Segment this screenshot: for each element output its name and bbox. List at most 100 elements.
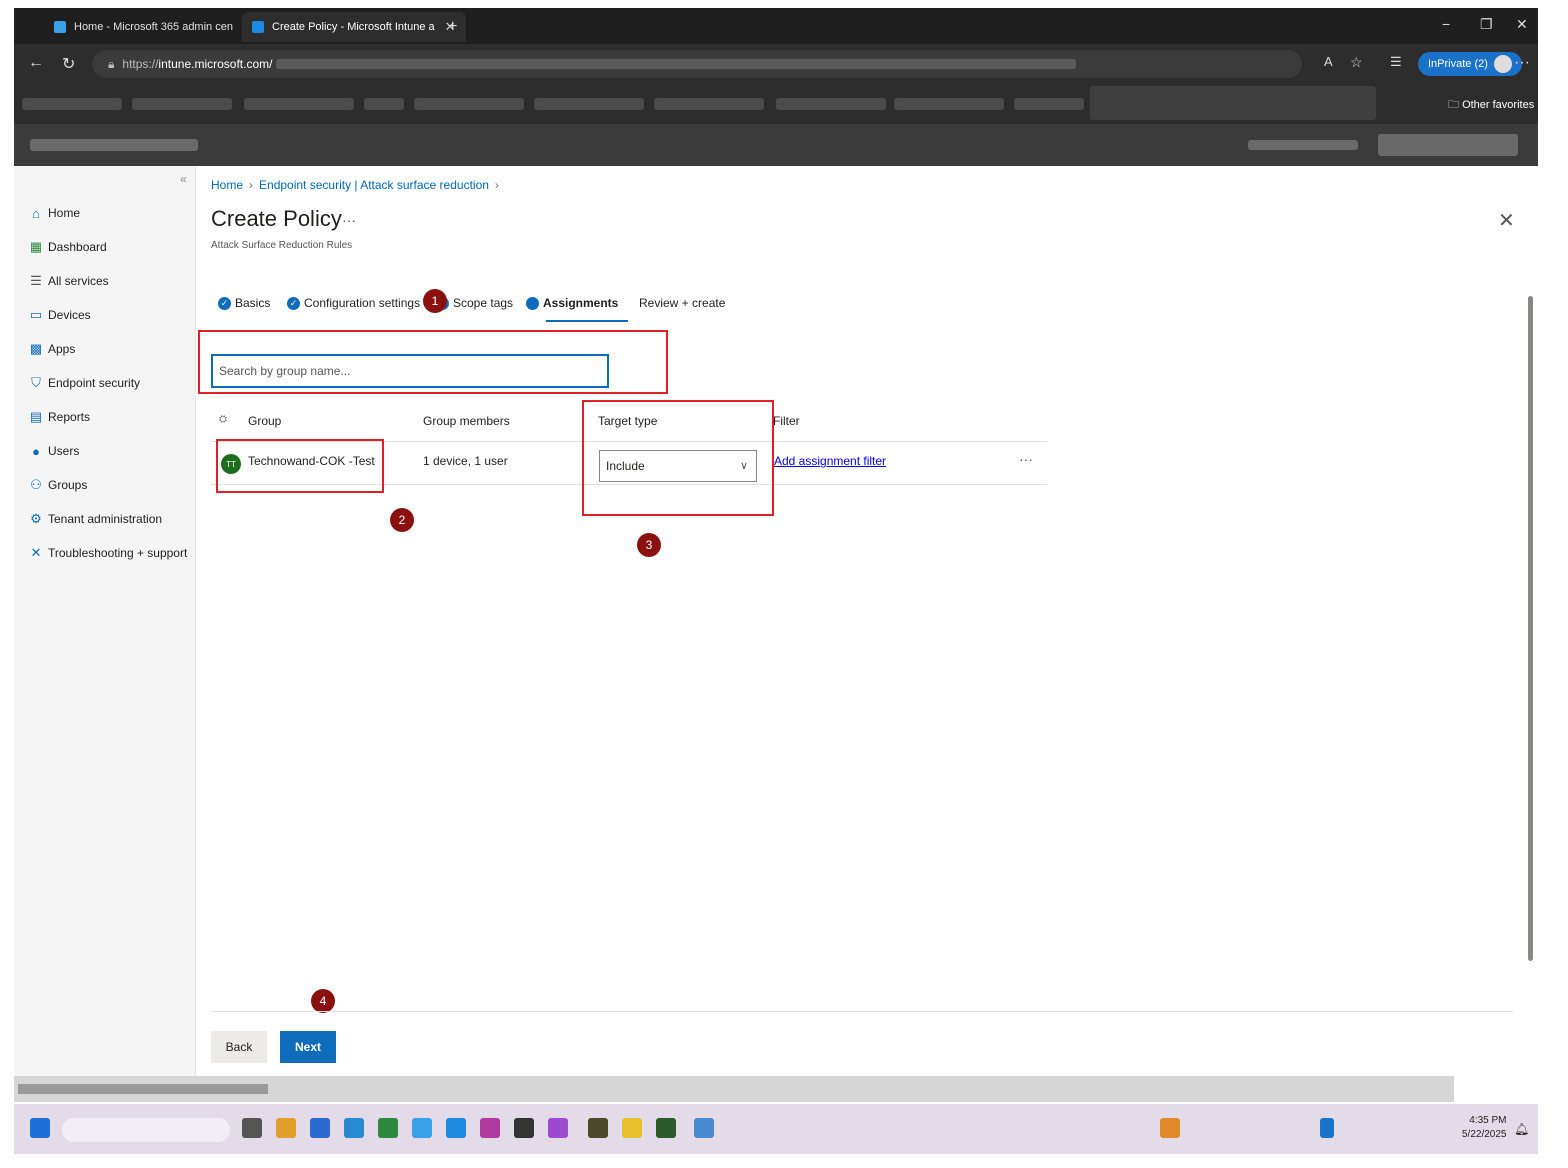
sidebar-item-groups[interactable]: ⚇ Groups <box>28 475 87 495</box>
sidebar-item-troubleshooting[interactable]: ✕ Troubleshooting + support <box>28 543 188 563</box>
taskbar-app-icon[interactable] <box>344 1118 364 1138</box>
column-header-filter[interactable]: Filter <box>773 414 800 428</box>
vertical-scrollbar[interactable] <box>1526 276 1534 1076</box>
taskbar-app-icon[interactable] <box>310 1118 330 1138</box>
taskbar-app-icon[interactable] <box>276 1118 296 1138</box>
tab-basics[interactable]: ✓ Basics <box>218 296 270 310</box>
next-button[interactable]: Next <box>280 1031 336 1063</box>
read-aloud-icon[interactable]: A <box>1324 54 1333 69</box>
favorite-item-redacted[interactable] <box>414 98 524 110</box>
favorite-item-redacted[interactable] <box>776 98 886 110</box>
check-icon: ✓ <box>287 296 300 310</box>
browser-tab-m365[interactable]: Home - Microsoft 365 admin cen ✕ <box>44 12 264 42</box>
favorites-icon[interactable]: ☰ <box>1390 54 1402 70</box>
more-options-icon[interactable]: ··· <box>1514 54 1530 72</box>
notification-bell-icon[interactable]: 🔔︎ <box>1514 1122 1529 1136</box>
sidebar-item-home[interactable]: ⌂ Home <box>28 203 80 223</box>
url-path-redacted <box>276 59 1077 69</box>
taskbar-search[interactable] <box>62 1118 230 1142</box>
windows-taskbar: 4:35 PM 5/22/2025 🔔︎ <box>14 1104 1538 1154</box>
back-button[interactable]: Back <box>211 1031 267 1063</box>
wrench-icon: ✕ <box>30 545 42 560</box>
restore-icon[interactable]: ❐ <box>1480 16 1493 33</box>
more-actions-icon[interactable]: ··· <box>342 212 356 228</box>
sidebar-item-reports[interactable]: ▤ Reports <box>28 407 90 427</box>
taskbar-app-icon[interactable] <box>694 1118 714 1138</box>
close-blade-icon[interactable]: ✕ <box>1498 208 1515 233</box>
annotation-marker-4: 4 <box>311 989 335 1013</box>
chevron-right-icon: › <box>494 178 499 192</box>
taskbar-app-icon[interactable] <box>656 1118 676 1138</box>
favorite-item-redacted[interactable] <box>534 98 644 110</box>
scrollbar-thumb[interactable] <box>1528 296 1533 961</box>
favorites-bar: 🗀︎ Other favorites <box>14 84 1538 124</box>
breadcrumb-home[interactable]: Home <box>211 178 243 192</box>
account-redacted[interactable] <box>1378 134 1518 156</box>
taskbar-app-icon[interactable] <box>378 1118 398 1138</box>
page-title: Create Policy <box>211 206 342 231</box>
sidebar-item-tenant-administration[interactable]: ⚙ Tenant administration <box>28 509 162 529</box>
group-type-icon: ⛭ <box>219 414 227 425</box>
sidebar-item-users[interactable]: ● Users <box>28 441 79 461</box>
sidebar-item-endpoint-security[interactable]: ⛉ Endpoint security <box>28 373 140 393</box>
taskbar-app-icon[interactable] <box>412 1118 432 1138</box>
favorite-item-redacted[interactable] <box>654 98 764 110</box>
favorite-item-redacted[interactable] <box>22 98 122 110</box>
url-field[interactable]: 🔒︎ https://intune.microsoft.com/ <box>92 50 1302 78</box>
lock-icon: 🔒︎ <box>108 56 115 71</box>
taskbar-clock[interactable]: 4:35 PM 5/22/2025 <box>1462 1114 1507 1142</box>
annotation-box-group <box>216 439 384 493</box>
column-header-group[interactable]: Group <box>248 414 281 428</box>
m365-favicon-icon <box>54 21 66 33</box>
taskbar-app-icon[interactable] <box>548 1118 568 1138</box>
other-favorites[interactable]: 🗀︎ Other favorites <box>1448 96 1534 115</box>
tray-icon[interactable] <box>1320 1118 1334 1138</box>
back-arrow-icon[interactable]: ← <box>28 54 44 72</box>
check-icon: ✓ <box>218 296 231 310</box>
home-icon: ⌂ <box>32 205 40 221</box>
tab-assignments[interactable]: Assignments <box>526 296 618 310</box>
groups-icon: ⚇ <box>30 477 42 492</box>
taskbar-app-icon[interactable] <box>242 1118 262 1138</box>
sidebar-item-dashboard[interactable]: ▦ Dashboard <box>28 237 107 257</box>
start-icon[interactable] <box>30 1118 50 1138</box>
main-content: Home › Endpoint security | Attack surfac… <box>196 166 1538 1076</box>
taskbar-app-icon[interactable] <box>588 1118 608 1138</box>
favorite-item-redacted[interactable] <box>132 98 232 110</box>
favorite-item-redacted[interactable] <box>364 98 404 110</box>
column-header-group-members[interactable]: Group members <box>423 414 510 428</box>
minimize-icon[interactable]: − <box>1442 16 1450 32</box>
taskbar-edge-icon[interactable] <box>446 1118 466 1138</box>
favorite-item-redacted[interactable] <box>244 98 354 110</box>
active-tab-indicator <box>546 320 628 322</box>
new-tab-icon[interactable]: + <box>438 12 467 42</box>
portal-header <box>14 124 1538 166</box>
tab-configuration-settings[interactable]: ✓ Configuration settings <box>287 296 420 310</box>
popup-redacted <box>1090 86 1376 120</box>
favorite-item-redacted[interactable] <box>1014 98 1084 110</box>
sidebar-item-all-services[interactable]: ☰ All services <box>28 271 109 291</box>
taskbar-app-icon[interactable] <box>514 1118 534 1138</box>
taskbar-app-icon[interactable] <box>480 1118 500 1138</box>
refresh-icon[interactable]: ↻ <box>62 54 75 74</box>
intune-favicon-icon <box>252 21 264 33</box>
inprivate-badge[interactable]: InPrivate (2) <box>1418 52 1522 76</box>
devices-icon: ▭ <box>29 307 43 322</box>
header-icons-redacted[interactable] <box>1248 140 1358 150</box>
sidebar-item-devices[interactable]: ▭ Devices <box>28 305 91 325</box>
breadcrumb-endpoint-security[interactable]: Endpoint security | Attack surface reduc… <box>259 178 489 192</box>
taskbar-app-icon[interactable] <box>622 1118 642 1138</box>
tab-scope-tags[interactable]: ✓ Scope tags <box>436 296 513 310</box>
weather-icon[interactable] <box>1160 1118 1180 1138</box>
close-window-icon[interactable]: ✕ <box>1516 16 1528 33</box>
tab-review-create[interactable]: Review + create <box>639 296 725 310</box>
tenant-icon: ⚙ <box>30 511 42 526</box>
row-more-icon[interactable]: ··· <box>1019 451 1033 467</box>
add-assignment-filter-link[interactable]: Add assignment filter <box>774 454 886 468</box>
favorite-star-icon[interactable]: ☆ <box>1350 54 1363 71</box>
footer-divider <box>211 1011 1513 1012</box>
sidebar-item-apps[interactable]: ▩ Apps <box>28 339 76 359</box>
collapse-nav-icon[interactable]: « <box>180 172 187 186</box>
favorite-item-redacted[interactable] <box>894 98 1004 110</box>
browser-tab-intune[interactable]: Create Policy - Microsoft Intune a ✕ <box>242 12 466 42</box>
